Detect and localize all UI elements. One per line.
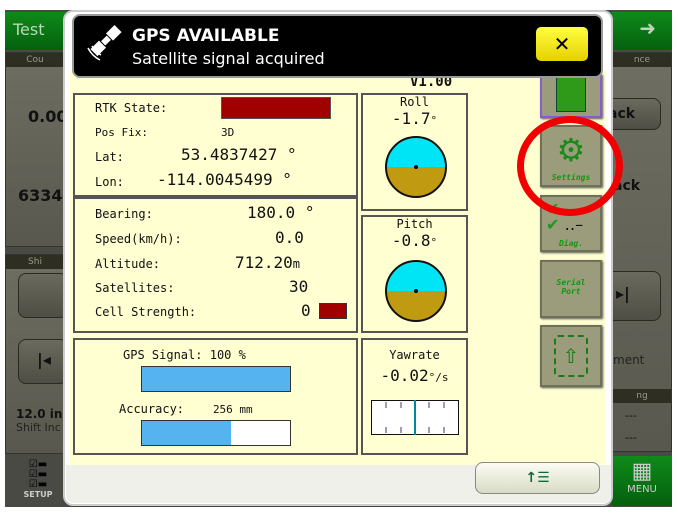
pitch-panel: Pitch -0.8° — [361, 215, 468, 333]
menu-button[interactable]: ▦ MENU — [612, 456, 672, 506]
gps-signal-fill — [142, 367, 290, 391]
shift-button-1[interactable] — [18, 273, 68, 318]
setup-label: SETUP — [23, 490, 53, 499]
left-header: Cou — [6, 53, 64, 67]
speed-label: Speed(km/h): — [95, 232, 182, 246]
yaw-gauge — [371, 400, 459, 435]
setup-button[interactable]: ☑▬ ☑▬ ☑▬ SETUP — [14, 460, 62, 504]
right-header-2: ng — [613, 389, 671, 403]
lat-label: Lat: — [95, 150, 124, 164]
firmware-button[interactable]: ⇧ — [540, 325, 602, 387]
pitch-value: -0.8° — [391, 231, 438, 250]
lon-value: -114.0045499 ° — [157, 170, 292, 189]
menu-label: MENU — [627, 484, 657, 495]
yaw-label: Yawrate — [389, 348, 440, 362]
right-header: nce — [613, 53, 671, 67]
posfix-label: Pos Fix: — [95, 126, 148, 139]
dash-2: --- — [625, 431, 637, 444]
roll-panel: Roll -1.7° — [361, 93, 468, 211]
left-value-1: 0.00 — [28, 107, 68, 126]
shift-label: Shift Inc — [16, 421, 61, 434]
right-label: ment — [613, 353, 645, 367]
lon-label: Lon: — [95, 175, 124, 189]
right-panel: nce ack ack ▸| ment ng --- --- — [603, 52, 672, 452]
shift-panel: Shi |◂ 12.0 in Shift Inc — [5, 254, 68, 454]
shift-value: 12.0 in — [16, 407, 63, 421]
notification-message: Satellite signal acquired — [132, 49, 325, 68]
pitch-label: Pitch — [396, 217, 433, 231]
dash-1: --- — [625, 409, 637, 422]
next-arrow-button[interactable]: ➜ — [612, 12, 672, 50]
satellites-value: 30 — [289, 277, 309, 296]
posfix-value: 3D — [221, 126, 235, 139]
accuracy-row: Accuracy: 256 mm — [119, 402, 253, 416]
notification-title: GPS AVAILABLE — [132, 26, 280, 46]
gps-notification: GPS AVAILABLE Satellite signal acquired … — [72, 14, 603, 78]
gps-signal-row: GPS Signal: 100 % — [123, 348, 246, 362]
gps-signal-bar — [141, 366, 291, 392]
close-button[interactable]: ✕ — [536, 27, 588, 61]
bearing-value: 180.0 ° — [247, 203, 315, 222]
altitude-label: Altitude: — [95, 257, 161, 271]
roll-label: Roll — [400, 95, 429, 109]
grid-icon: ▦ — [631, 459, 653, 484]
accuracy-fill — [142, 421, 231, 445]
serial-port-label: Serial Port — [556, 278, 586, 296]
roll-attitude-indicator — [385, 136, 447, 198]
app-title: Test — [5, 12, 65, 50]
pitch-attitude-indicator — [385, 260, 447, 322]
cell-strength-value: 0 — [301, 301, 311, 320]
display-button[interactable] — [540, 74, 602, 118]
highlight-circle — [517, 116, 623, 216]
yaw-value: -0.02°/s — [380, 366, 449, 385]
position-panel: RTK State: Pos Fix: 3D Lat: 53.4837427 °… — [73, 93, 358, 197]
speed-value: 0.0 — [275, 228, 304, 247]
list-view-button[interactable]: ↑☰ — [475, 462, 600, 494]
cell-strength-label: Cell Strength: — [95, 305, 197, 319]
shift-header: Shi — [6, 255, 64, 269]
setup-icon: ☑▬ ☑▬ ☑▬ — [28, 459, 48, 490]
altitude-value: 712.20m — [235, 253, 301, 272]
roll-value: -1.7° — [391, 109, 438, 128]
rtk-state-indicator — [221, 97, 331, 119]
diag-label: Diag. — [558, 239, 584, 248]
bearing-label: Bearing: — [95, 207, 153, 221]
signal-panel: GPS Signal: 100 % Accuracy: 256 mm — [73, 338, 358, 455]
left-value-2: 6334. — [18, 186, 69, 205]
cell-strength-indicator — [319, 303, 347, 319]
yaw-panel: Yawrate -0.02°/s — [361, 338, 468, 455]
motion-panel: Bearing: 180.0 ° Speed(km/h): 0.0 Altitu… — [73, 197, 358, 333]
left-panel: Cou 0.00 6334. — [5, 52, 69, 247]
satellites-label: Satellites: — [95, 281, 175, 295]
satellite-icon — [87, 25, 122, 61]
shift-left-button[interactable]: |◂ — [18, 339, 68, 384]
rtk-label: RTK State: — [95, 101, 168, 115]
lat-value: 53.4837427 ° — [181, 145, 297, 164]
upload-chip-icon: ⇧ — [554, 335, 588, 377]
accuracy-bar — [141, 420, 291, 446]
serial-port-button[interactable]: Serial Port — [540, 260, 602, 318]
display-icon — [556, 76, 586, 112]
